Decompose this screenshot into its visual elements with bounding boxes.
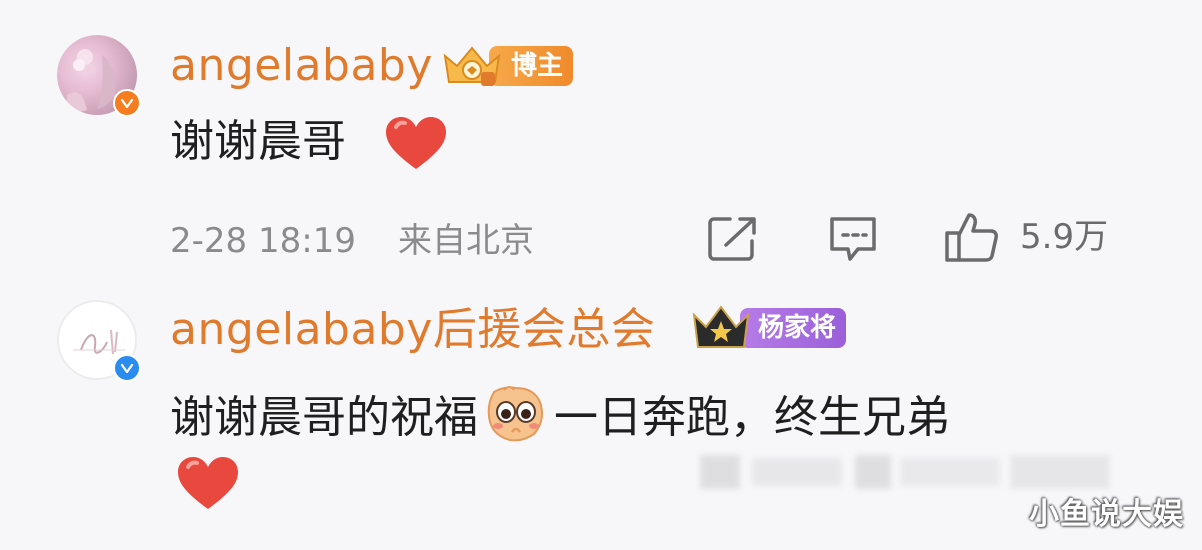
thumbs-up-icon [945,213,998,262]
heart-icon [386,117,446,169]
reply-button[interactable] [828,215,878,261]
crown-star-icon [692,305,750,348]
comment-text: 谢谢晨哥的祝福 一日奔跑，终生兄弟 [170,386,950,448]
like-button[interactable]: 5.9万 [944,211,1108,263]
avatar[interactable] [57,35,141,117]
verified-blue-icon [113,354,141,382]
fan-badge: 杨家将 [690,303,847,353]
blogger-badge: 博主 [441,42,574,90]
share-button[interactable] [708,215,758,261]
location: 来自北京 [398,221,534,261]
username[interactable]: angelababy后援会总会 [170,308,655,352]
comment-body: 谢谢晨哥 [170,116,346,167]
comment-text: 谢谢晨哥 [170,120,346,164]
badge-label: 杨家将 [740,308,847,348]
heart-icon [178,457,238,509]
watermark: 小鱼说大娱 [1029,497,1184,532]
like-count: 5.9万 [1020,217,1109,257]
avatar[interactable] [57,300,141,382]
shy-emoji-icon [487,386,543,442]
verified-orange-icon [113,89,141,117]
comment-body: 谢谢晨哥的祝福 [170,392,478,443]
crown-gold-icon [443,46,501,86]
comment-icon [830,217,876,261]
comment-body-suffix: 一日奔跑，终生兄弟 [554,392,950,443]
username[interactable]: angelababy [170,44,433,88]
share-icon [708,217,756,261]
timestamp: 2-28 18:19 [170,221,356,261]
